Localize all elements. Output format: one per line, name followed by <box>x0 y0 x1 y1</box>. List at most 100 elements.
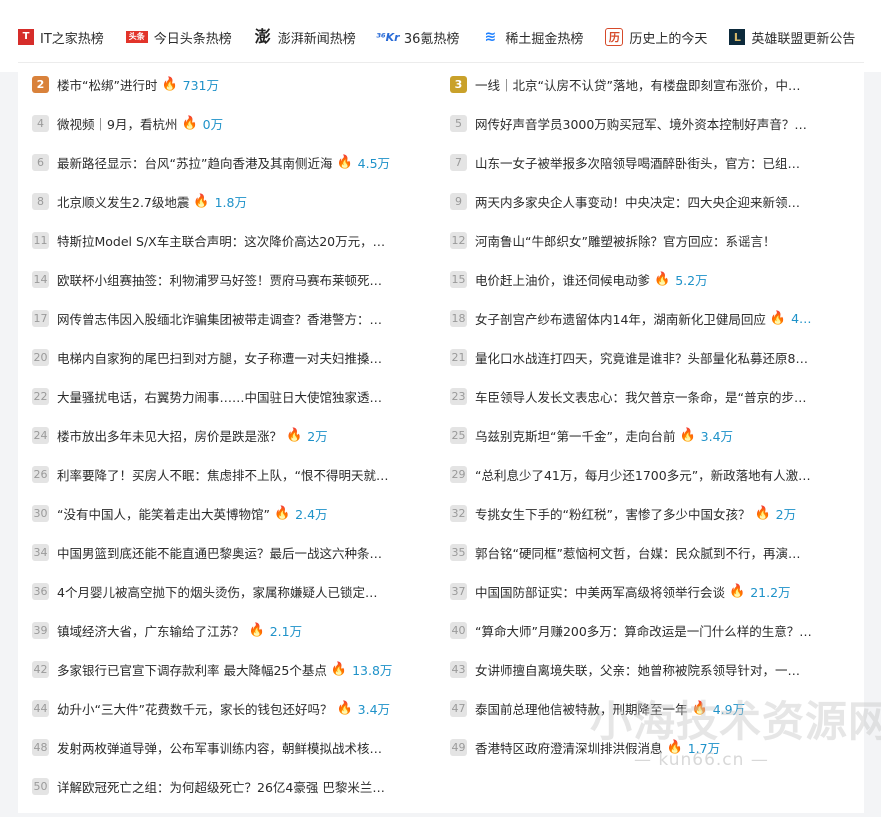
list-item[interactable]: 25 乌兹别克斯坦“第一千金”，走向台前 🔥 3.4万 <box>450 424 850 446</box>
heat-value: 4.9万 <box>712 701 746 717</box>
item-title[interactable]: 网传好声音学员3000万购买冠军、境外资本控制好声音？… <box>475 114 807 133</box>
flame-icon: 🔥 <box>273 505 291 521</box>
list-item[interactable]: 4 微视频｜9月，看杭州 🔥 0万 <box>32 112 432 134</box>
list-item[interactable]: 32 专挑女生下手的“粉红税”，害惨了多少中国女孩？ 🔥 2万 <box>450 502 850 524</box>
heat-value: 4.5万 <box>357 155 391 171</box>
item-title[interactable]: 泰国前总理他信被特赦，刑期降至一年 <box>475 699 688 718</box>
list-item[interactable]: 11 特斯拉Model S/X车主联合声明：这次降价高达20万元，… <box>32 229 432 251</box>
list-item[interactable]: 17 网传曾志伟因入股缅北诈骗集团被带走调查？香港警方：… <box>32 307 432 329</box>
item-title[interactable]: “没有中国人，能笑着走出大英博物馆” <box>57 504 270 523</box>
tab-label: 稀土掘金热榜 <box>505 31 584 47</box>
item-title[interactable]: 女讲师擅自离境失联，父亲：她曾称被院系领导针对，一… <box>475 660 800 679</box>
item-title[interactable]: 详解欧冠死亡之组：为何超级死亡？26亿4豪强 巴黎米兰… <box>57 777 385 796</box>
item-title[interactable]: 香港特区政府澄清深圳排洪假消息 <box>475 738 663 757</box>
list-item[interactable]: 44 幼升小“三大件”花费数千元，家长的钱包还好吗？ 🔥 3.4万 <box>32 697 432 719</box>
list-item[interactable]: 47 泰国前总理他信被特赦，刑期降至一年 🔥 4.9万 <box>450 697 850 719</box>
list-item[interactable]: 8 北京顺义发生2.7级地震 🔥 1.8万 <box>32 190 432 212</box>
item-title[interactable]: 网传曾志伟因入股缅北诈骗集团被带走调查？香港警方：… <box>57 309 382 328</box>
history-icon: 历 <box>605 28 624 46</box>
tab-36kr[interactable]: ³⁶Kr 36氪热榜 <box>376 28 460 47</box>
ithome-icon: T <box>18 29 34 45</box>
list-item[interactable]: 37 中国国防部证实：中美两军高级将领举行会谈 🔥 21.2万 <box>450 580 850 602</box>
item-title[interactable]: 量化口水战连打四天，究竟谁是谁非？头部量化私募还原8… <box>475 348 808 367</box>
item-title[interactable]: 大量骚扰电话，右翼势力闹事……中国驻日大使馆独家透… <box>57 387 382 406</box>
heat-value: 4… <box>791 310 812 326</box>
item-title[interactable]: 山东一女子被举报多次陪领导喝酒醉卧街头，官方：已组… <box>475 153 800 172</box>
flame-icon: 🔥 <box>248 622 265 638</box>
list-item[interactable]: 21 量化口水战连打四天，究竟谁是谁非？头部量化私募还原8… <box>450 346 850 368</box>
list-item[interactable]: 5 网传好声音学员3000万购买冠军、境外资本控制好声音？… <box>450 112 850 134</box>
item-title[interactable]: 最新路径显示：台风“苏拉”趋向香港及其南侧近海 <box>57 153 332 172</box>
list-item[interactable]: 2 楼市“松绑”进行时 🔥 731万 <box>32 73 432 95</box>
item-title[interactable]: 两天内多家央企人事变动！中央决定：四大央企迎来新领… <box>475 192 800 211</box>
list-item[interactable]: 43 女讲师擅自离境失联，父亲：她曾称被院系领导针对，一… <box>450 658 850 680</box>
item-title[interactable]: 中国国防部证实：中美两军高级将领举行会谈 <box>475 582 725 601</box>
list-item[interactable]: 20 电梯内自家狗的尾巴扫到对方腿，女子称遭一对夫妇推搡… <box>32 346 432 368</box>
list-item[interactable]: 12 河南鲁山“牛郎织女”雕塑被拆除？官方回应：系谣言！ <box>450 229 850 251</box>
list-item[interactable]: 23 车臣领导人发长文表忠心：我欠普京一条命，是“普京的步… <box>450 385 850 407</box>
flame-icon: 🔥 <box>691 700 708 716</box>
list-item[interactable]: 15 电价赶上油价，谁还伺候电动爹 🔥 5.2万 <box>450 268 850 290</box>
flame-icon: 🔥 <box>754 505 771 521</box>
item-title[interactable]: 北京顺义发生2.7级地震 <box>57 192 189 211</box>
item-title[interactable]: 镇域经济大省，广东输给了江苏？ <box>57 621 245 640</box>
item-title[interactable]: 多家银行已官宣下调存款利率 最大降幅25个基点 <box>57 660 327 679</box>
item-title[interactable]: 专挑女生下手的“粉红税”，害惨了多少中国女孩？ <box>475 504 750 523</box>
tab-toutiao[interactable]: 头条 今日头条热榜 <box>125 28 232 47</box>
heat-value: 2.1万 <box>269 623 303 639</box>
item-title[interactable]: 河南鲁山“牛郎织女”雕塑被拆除？官方回应：系谣言！ <box>475 231 775 250</box>
heat-value: 2.4万 <box>295 506 328 522</box>
list-item[interactable]: 40 “算命大师”月赚200多万：算命改运是一门什么样的生意？… <box>450 619 850 641</box>
item-title[interactable]: 特斯拉Model S/X车主联合声明：这次降价高达20万元，… <box>57 231 385 250</box>
tab-label: 36氪热榜 <box>403 31 460 47</box>
item-title[interactable]: 发射两枚弹道导弹，公布军事训练内容，朝鲜模拟战术核… <box>57 738 382 757</box>
item-title[interactable]: 一线｜北京“认房不认贷”落地，有楼盘即刻宣布涨价，中… <box>475 75 800 94</box>
tab-lol[interactable]: L 英雄联盟更新公告 <box>729 28 855 47</box>
list-item[interactable]: 39 镇域经济大省，广东输给了江苏？ 🔥 2.1万 <box>32 619 432 641</box>
list-item[interactable]: 35 郭台铭“硬同框”惹恼柯文哲，台媒：民众腻到不行，再演… <box>450 541 850 563</box>
list-item[interactable]: 7 山东一女子被举报多次陪领导喝酒醉卧街头，官方：已组… <box>450 151 850 173</box>
list-item[interactable]: 3 一线｜北京“认房不认贷”落地，有楼盘即刻宣布涨价，中… <box>450 73 850 95</box>
rank-badge: 4 <box>32 114 49 132</box>
item-title[interactable]: 微视频｜9月，看杭州 <box>57 114 177 133</box>
list-item[interactable]: 50 详解欧冠死亡之组：为何超级死亡？26亿4豪强 巴黎米兰… <box>32 775 432 797</box>
item-title[interactable]: 女子剖宫产纱布遗留体内14年，湖南新化卫健局回应 <box>475 309 766 328</box>
tab-ithome[interactable]: T IT之家热榜 <box>18 28 104 47</box>
rank-badge: 49 <box>450 738 467 756</box>
item-title[interactable]: 电梯内自家狗的尾巴扫到对方腿，女子称遭一对夫妇推搡… <box>57 348 382 367</box>
list-item[interactable]: 36 4个月婴儿被高空抛下的烟头烫伤，家属称嫌疑人已锁定… <box>32 580 432 602</box>
list-item[interactable]: 6 最新路径显示：台风“苏拉”趋向香港及其南侧近海 🔥 4.5万 <box>32 151 432 173</box>
list-item[interactable]: 26 利率要降了！买房人不眠：焦虑排不上队，“恨不得明天就… <box>32 463 432 485</box>
rank-badge: 48 <box>32 738 49 756</box>
list-item[interactable]: 24 楼市放出多年未见大招，房价是跌是涨？ 🔥 2万 <box>32 424 432 446</box>
tab-juejin[interactable]: ≋ 稀土掘金热榜 <box>481 28 583 47</box>
list-item[interactable]: 30 “没有中国人，能笑着走出大英博物馆” 🔥 2.4万 <box>32 502 432 524</box>
item-title[interactable]: “总利息少了41万，每月少还1700多元”，新政落地有人激… <box>475 465 811 484</box>
list-item[interactable]: 42 多家银行已官宣下调存款利率 最大降幅25个基点 🔥 13.8万 <box>32 658 432 680</box>
list-item[interactable]: 22 大量骚扰电话，右翼势力闹事……中国驻日大使馆独家透… <box>32 385 432 407</box>
item-title[interactable]: 楼市放出多年未见大招，房价是跌是涨？ <box>57 426 282 445</box>
item-title[interactable]: 乌兹别克斯坦“第一千金”，走向台前 <box>475 426 675 445</box>
list-item[interactable]: 29 “总利息少了41万，每月少还1700多元”，新政落地有人激… <box>450 463 850 485</box>
list-item[interactable]: 9 两天内多家央企人事变动！中央决定：四大央企迎来新领… <box>450 190 850 212</box>
list-item[interactable]: 18 女子剖宫产纱布遗留体内14年，湖南新化卫健局回应 🔥 4… <box>450 307 850 329</box>
rank-badge: 26 <box>32 465 49 483</box>
rank-badge: 42 <box>32 660 49 678</box>
item-title[interactable]: “算命大师”月赚200多万：算命改运是一门什么样的生意？… <box>475 621 812 640</box>
tab-thepaper[interactable]: 澎澎湃新闻热榜 <box>254 28 356 47</box>
item-title[interactable]: 郭台铭“硬同框”惹恼柯文哲，台媒：民众腻到不行，再演… <box>475 543 800 562</box>
tab-history[interactable]: 历历史上的今天 <box>605 28 707 47</box>
item-title[interactable]: 欧联杯小组赛抽签：利物浦罗马好签！贾府马赛布莱顿死… <box>57 270 382 289</box>
item-title[interactable]: 中国男篮到底还能不能直通巴黎奥运？最后一战这六种条… <box>57 543 382 562</box>
list-item[interactable]: 49 香港特区政府澄清深圳排洪假消息 🔥 1.7万 <box>450 736 850 758</box>
item-title[interactable]: 车臣领导人发长文表忠心：我欠普京一条命，是“普京的步… <box>475 387 806 406</box>
item-title[interactable]: 4个月婴儿被高空抛下的烟头烫伤，家属称嫌疑人已锁定… <box>57 582 377 601</box>
list-item[interactable]: 34 中国男篮到底还能不能直通巴黎奥运？最后一战这六种条… <box>32 541 432 563</box>
tab-label: 英雄联盟更新公告 <box>751 31 856 47</box>
item-title[interactable]: 幼升小“三大件”花费数千元，家长的钱包还好吗？ <box>57 699 332 718</box>
item-title[interactable]: 电价赶上油价，谁还伺候电动爹 <box>475 270 650 289</box>
item-title[interactable]: 利率要降了！买房人不眠：焦虑排不上队，“恨不得明天就… <box>57 465 388 484</box>
item-title[interactable]: 楼市“松绑”进行时 <box>57 75 157 94</box>
list-item[interactable]: 48 发射两枚弹道导弹，公布军事训练内容，朝鲜模拟战术核… <box>32 736 432 758</box>
list-item[interactable]: 14 欧联杯小组赛抽签：利物浦罗马好签！贾府马赛布莱顿死… <box>32 268 432 290</box>
